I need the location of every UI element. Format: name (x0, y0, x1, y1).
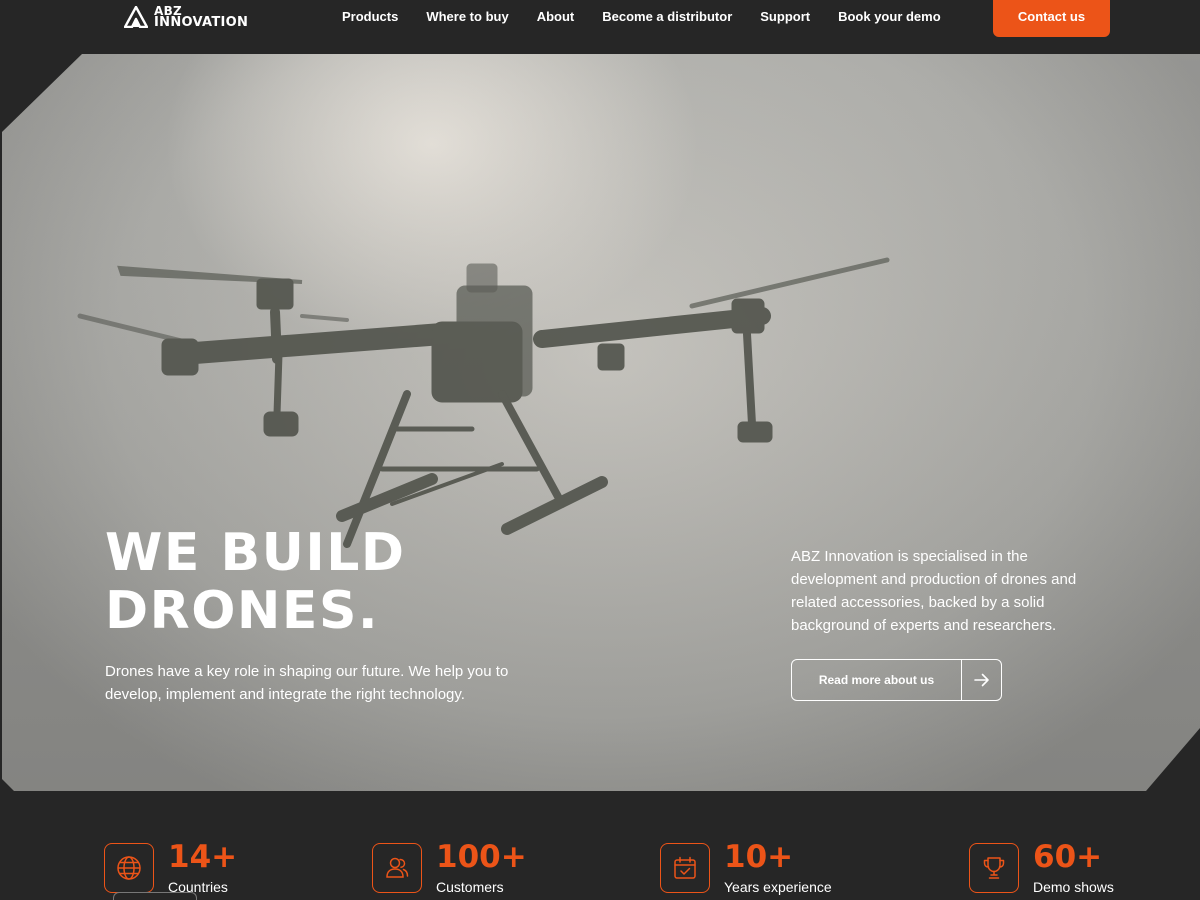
nav-support[interactable]: Support (760, 9, 810, 24)
trophy-icon (969, 843, 1019, 893)
hero-title: WE BUILD DRONES. (105, 524, 625, 640)
stat-value: 14+ (168, 839, 238, 875)
read-more-label: Read more about us (792, 660, 962, 700)
stat-label: Customers (436, 879, 504, 895)
nav-where-to-buy[interactable]: Where to buy (426, 9, 508, 24)
main-nav: Products Where to buy About Become a dis… (342, 0, 941, 32)
stat-value: 10+ (724, 839, 794, 875)
stat-label: Years experience (724, 879, 832, 895)
stat-value: 60+ (1033, 839, 1103, 875)
site-header: ABZ INNOVATION Products Where to buy Abo… (0, 0, 1200, 54)
nav-book-demo[interactable]: Book your demo (838, 9, 941, 24)
stat-value: 100+ (436, 839, 527, 875)
users-icon (372, 843, 422, 893)
logo-icon (124, 6, 148, 28)
nav-become-distributor[interactable]: Become a distributor (602, 9, 732, 24)
calendar-check-icon (660, 843, 710, 893)
nav-about[interactable]: About (537, 9, 575, 24)
hero-title-line2: DRONES. (105, 581, 380, 641)
logo-text-line2: INNOVATION (154, 15, 249, 30)
contact-us-button[interactable]: Contact us (993, 0, 1110, 37)
stat-label: Demo shows (1033, 879, 1114, 895)
nav-products[interactable]: Products (342, 9, 398, 24)
logo[interactable]: ABZ INNOVATION (124, 4, 248, 30)
scroll-indicator[interactable] (113, 892, 197, 900)
globe-icon (104, 843, 154, 893)
hero-subtitle: Drones have a key role in shaping our fu… (105, 663, 509, 703)
read-more-button[interactable]: Read more about us (791, 659, 1002, 701)
arrow-right-icon (962, 660, 1001, 700)
hero-title-line1: WE BUILD (105, 523, 406, 583)
hero-section: WE BUILD DRONES. Drones have a key role … (2, 54, 1200, 791)
hero-description: ABZ Innovation is specialised in the dev… (791, 548, 1077, 634)
